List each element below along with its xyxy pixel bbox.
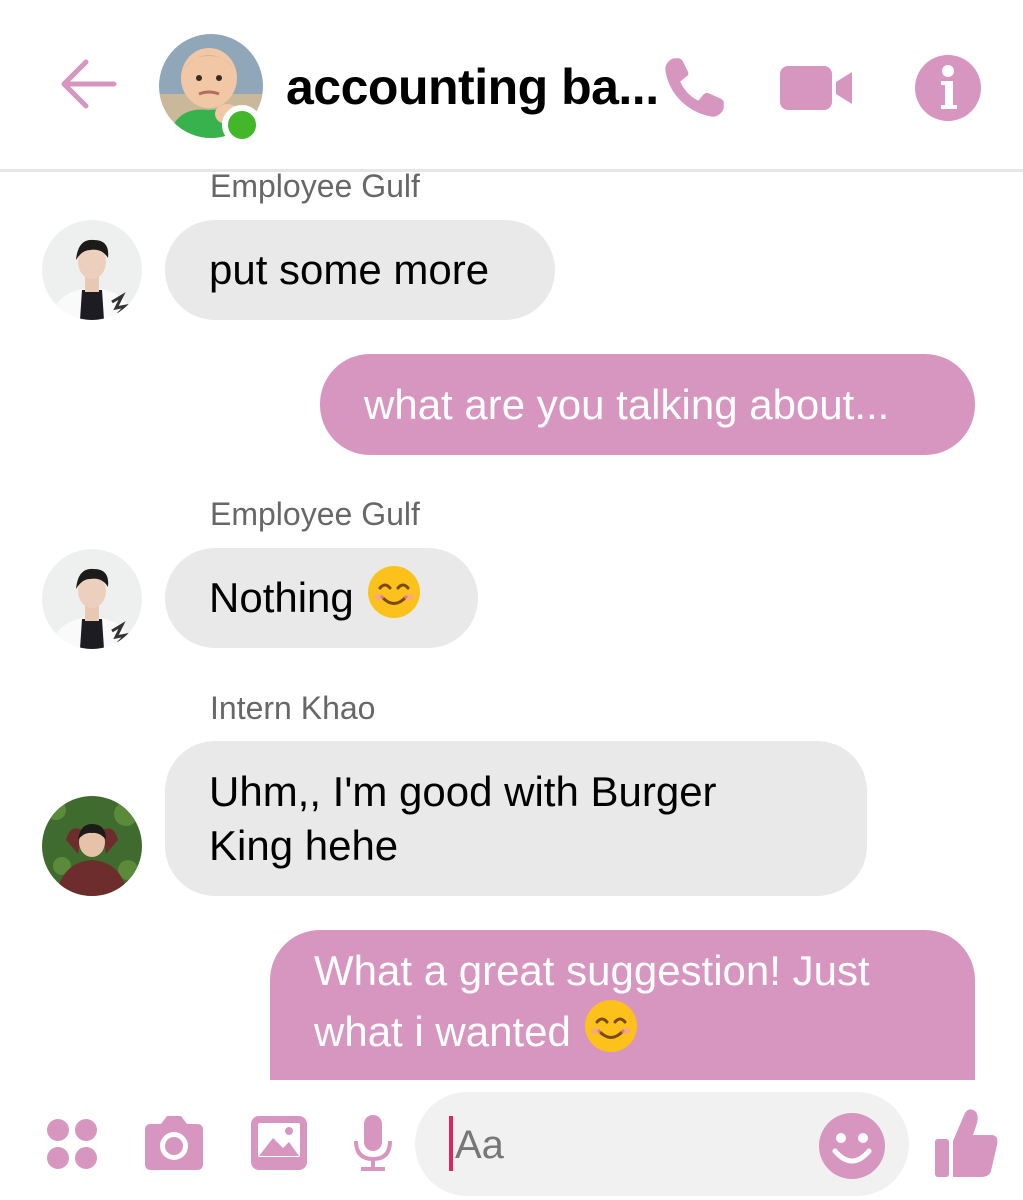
avatar[interactable] xyxy=(42,220,142,320)
message-text-line: Uhm,, I'm good with Burger xyxy=(209,767,717,815)
message-bubble[interactable]: what are you talking about... xyxy=(320,354,975,455)
sender-name: Intern Khao xyxy=(210,690,376,726)
online-status-dot xyxy=(222,105,262,145)
camera-icon[interactable] xyxy=(140,1112,208,1174)
smiling-face-emoji xyxy=(366,564,422,633)
info-icon[interactable] xyxy=(910,50,986,126)
message-text-line: what i wanted xyxy=(314,1008,571,1055)
sender-name: Employee Gulf xyxy=(210,168,420,204)
message-bubble[interactable]: Uhm,, I'm good with Burger King hehe xyxy=(165,741,867,896)
message-text: put some more xyxy=(209,246,490,293)
message-bubble[interactable]: Nothing xyxy=(165,548,478,648)
smiling-face-emoji xyxy=(583,998,639,1067)
text-cursor xyxy=(449,1116,453,1171)
microphone-icon[interactable] xyxy=(350,1112,396,1176)
chat-title[interactable]: accounting ba... xyxy=(286,58,659,116)
chat-header: accounting ba... xyxy=(0,0,1023,172)
message-text-line: King hehe xyxy=(209,821,399,869)
message-input[interactable] xyxy=(455,1120,795,1170)
sender-name: Employee Gulf xyxy=(210,496,420,532)
image-icon[interactable] xyxy=(248,1112,310,1174)
back-arrow-icon[interactable] xyxy=(56,52,120,116)
apps-icon[interactable] xyxy=(42,1114,102,1174)
avatar[interactable] xyxy=(42,549,142,649)
message-text: what are you talking about... xyxy=(364,380,890,428)
message-bubble[interactable]: put some more xyxy=(165,220,555,320)
phone-icon[interactable] xyxy=(656,50,732,126)
emoji-icon[interactable] xyxy=(816,1110,888,1182)
thumbs-up-icon[interactable] xyxy=(932,1106,1000,1180)
video-camera-icon[interactable] xyxy=(778,50,854,126)
message-text: Nothing xyxy=(209,574,354,621)
message-text-line: What a great suggestion! Just xyxy=(314,946,870,994)
message-bubble[interactable]: What a great suggestion! Just what i wan… xyxy=(270,930,975,1080)
avatar[interactable] xyxy=(42,796,142,896)
